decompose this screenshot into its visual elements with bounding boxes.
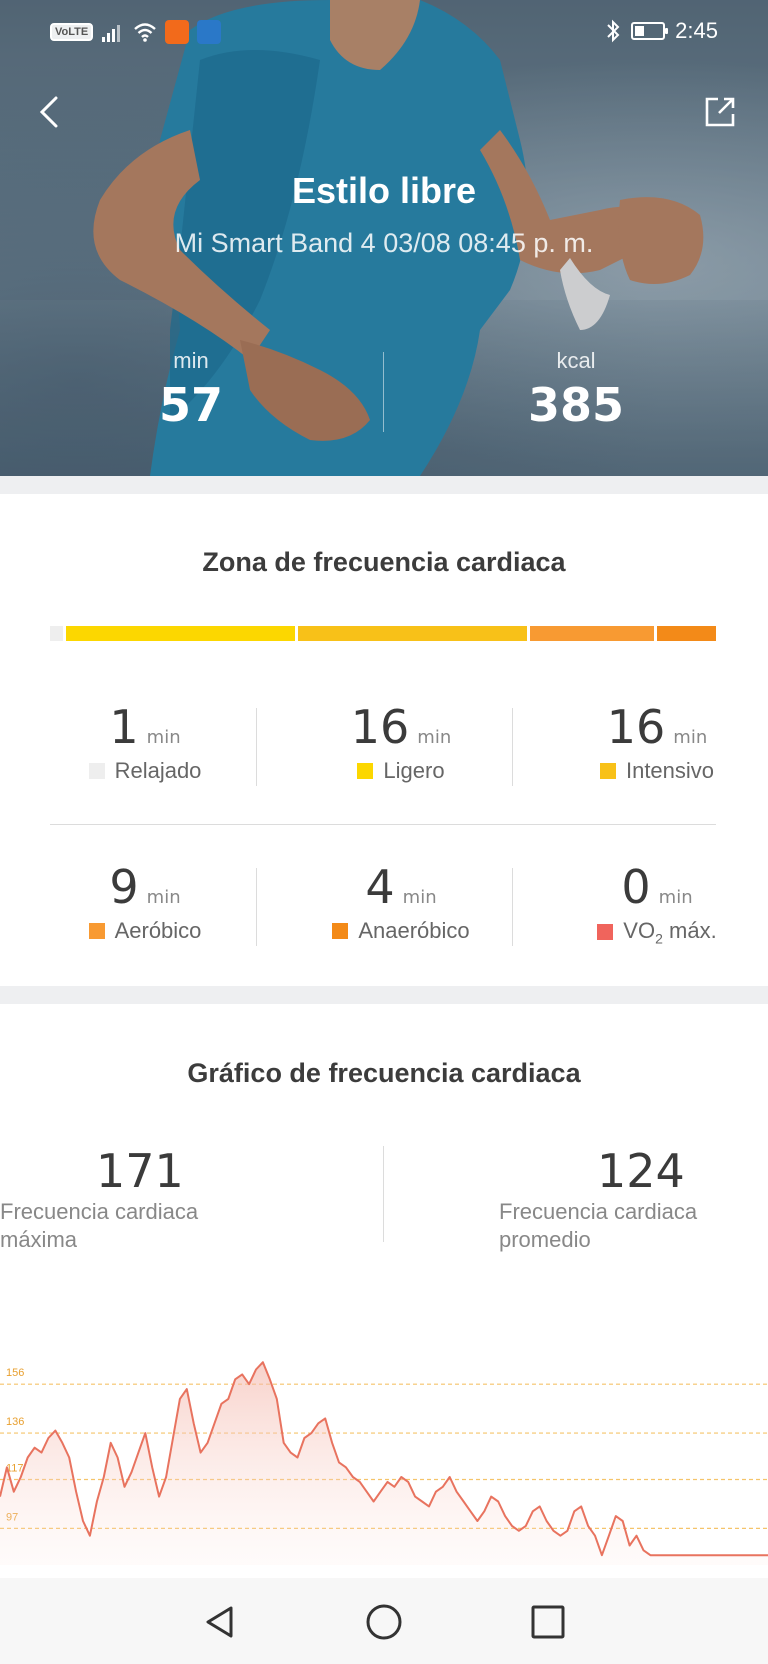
zone-color-swatch <box>599 763 616 779</box>
hr-divider <box>383 1146 384 1242</box>
zone-item: 4 min Anaeróbico <box>290 860 512 944</box>
zone-label: Aeróbico <box>34 918 256 944</box>
zone-minutes: 9 min <box>34 860 256 914</box>
zone-color-swatch <box>357 763 374 779</box>
bluetooth-icon <box>607 19 620 43</box>
zone-color-swatch <box>332 923 349 939</box>
duration-stat: min 57 <box>91 348 291 432</box>
zone-minutes: 16 min <box>546 700 768 754</box>
zone-label: VO2 máx. <box>546 918 768 946</box>
battery-icon <box>631 22 669 40</box>
zone-minutes-unit: min <box>146 727 181 748</box>
max-hr-stat: 171 Frecuencia cardiaca máxima <box>0 1144 230 1254</box>
duration-value: 57 <box>158 378 223 432</box>
calories-stat: kcal 385 <box>476 348 676 432</box>
zone-bar-segment <box>50 626 64 641</box>
chart-y-tick-label: 156 <box>6 1367 24 1379</box>
zone-bar-segment <box>529 626 655 641</box>
zone-label: Ligero <box>290 758 512 784</box>
workout-title: Estilo libre <box>291 170 477 211</box>
wifi-icon <box>134 23 157 42</box>
zone-minutes-value: 9 <box>109 860 139 914</box>
zone-bar-segment <box>66 626 295 641</box>
recents-square-icon[interactable] <box>526 1600 570 1644</box>
system-nav-bar <box>0 1578 768 1664</box>
zone-minutes-value: 0 <box>621 860 651 914</box>
zone-minutes-unit: min <box>417 727 452 748</box>
zone-minutes: 0 min <box>546 860 768 914</box>
zone-minutes-value: 4 <box>365 860 395 914</box>
zone-item: 1 min Relajado <box>34 700 256 784</box>
zone-minutes-unit: min <box>146 887 181 908</box>
zone-column-divider <box>512 868 513 946</box>
zone-color-swatch <box>88 763 105 779</box>
zone-column-divider <box>256 708 257 786</box>
section-divider <box>0 476 768 494</box>
avg-hr-stat: 124 Frecuencia cardiaca promedio <box>499 1144 729 1254</box>
zone-item: 16 min Intensivo <box>546 700 768 784</box>
zone-minutes-unit: min <box>673 727 708 748</box>
zone-bar-segment <box>657 626 716 641</box>
zone-item: 9 min Aeróbico <box>34 860 256 944</box>
back-chevron-icon[interactable] <box>32 92 68 132</box>
workout-subtitle: Mi Smart Band 4 03/08 08:45 p. m. <box>174 228 594 258</box>
status-bar: VoLTE 2:45 <box>0 0 768 64</box>
avg-hr-label: Frecuencia cardiaca promedio <box>499 1199 698 1252</box>
zone-label: Anaeróbico <box>290 918 512 944</box>
status-time: 2:45 <box>675 18 718 43</box>
zone-bar-segment <box>297 626 527 641</box>
zone-color-swatch <box>88 923 105 939</box>
zone-label-text: Ligero <box>383 758 445 783</box>
zone-label-text: Relajado <box>114 758 202 783</box>
home-circle-icon[interactable] <box>362 1600 406 1644</box>
signal-icon <box>102 25 121 42</box>
hr-section-title: Gráfico de frecuencia cardiaca <box>187 1058 581 1088</box>
workout-hero: VoLTE 2:45 Estilo libre Mi Smart Band 4 … <box>0 0 768 476</box>
zone-label-text: Intensivo <box>625 758 715 783</box>
zone-minutes: 1 min <box>34 700 256 754</box>
battery-level <box>635 26 645 36</box>
hero-divider <box>383 352 384 432</box>
volte-badge: VoLTE <box>50 23 94 41</box>
section-divider <box>0 986 768 1004</box>
zone-label-text: Aeróbico <box>114 918 202 943</box>
zone-row-divider <box>50 824 716 825</box>
zone-label: Relajado <box>34 758 256 784</box>
zone-label-text: Anaeróbico <box>358 918 470 943</box>
app-notification-icon <box>165 20 190 44</box>
share-icon[interactable] <box>702 94 738 130</box>
max-hr-value: 171 <box>96 1144 184 1198</box>
back-triangle-icon[interactable] <box>198 1600 242 1644</box>
zone-color-swatch <box>597 924 614 941</box>
max-hr-label: Frecuencia cardiaca máxima <box>0 1199 199 1252</box>
heart-rate-chart: 15613611797 <box>0 1361 768 1565</box>
zone-minutes: 4 min <box>290 860 512 914</box>
calories-unit: kcal <box>556 348 596 373</box>
zone-column-divider <box>512 708 513 786</box>
shield-app-icon <box>197 20 222 44</box>
zone-minutes-unit: min <box>402 887 437 908</box>
zone-item: 16 min Ligero <box>290 700 512 784</box>
zone-section-title: Zona de frecuencia cardiaca <box>202 547 566 577</box>
zone-minutes: 16 min <box>290 700 512 754</box>
zone-label: Intensivo <box>546 758 768 784</box>
zone-minutes-value: 1 <box>109 700 139 754</box>
calories-value: 385 <box>527 378 625 432</box>
avg-hr-value: 124 <box>597 1144 685 1198</box>
zone-column-divider <box>256 868 257 946</box>
chart-y-tick-label: 136 <box>6 1416 24 1428</box>
chart-area-fill <box>0 1362 768 1565</box>
duration-unit: min <box>173 348 209 373</box>
zone-distribution-bar <box>50 626 716 641</box>
zone-item: 0 min VO2 máx. <box>546 860 768 946</box>
zone-minutes-unit: min <box>658 887 693 908</box>
zone-minutes-value: 16 <box>350 700 410 754</box>
zone-label-text: VO2 máx. <box>623 918 717 947</box>
zone-minutes-value: 16 <box>606 700 666 754</box>
